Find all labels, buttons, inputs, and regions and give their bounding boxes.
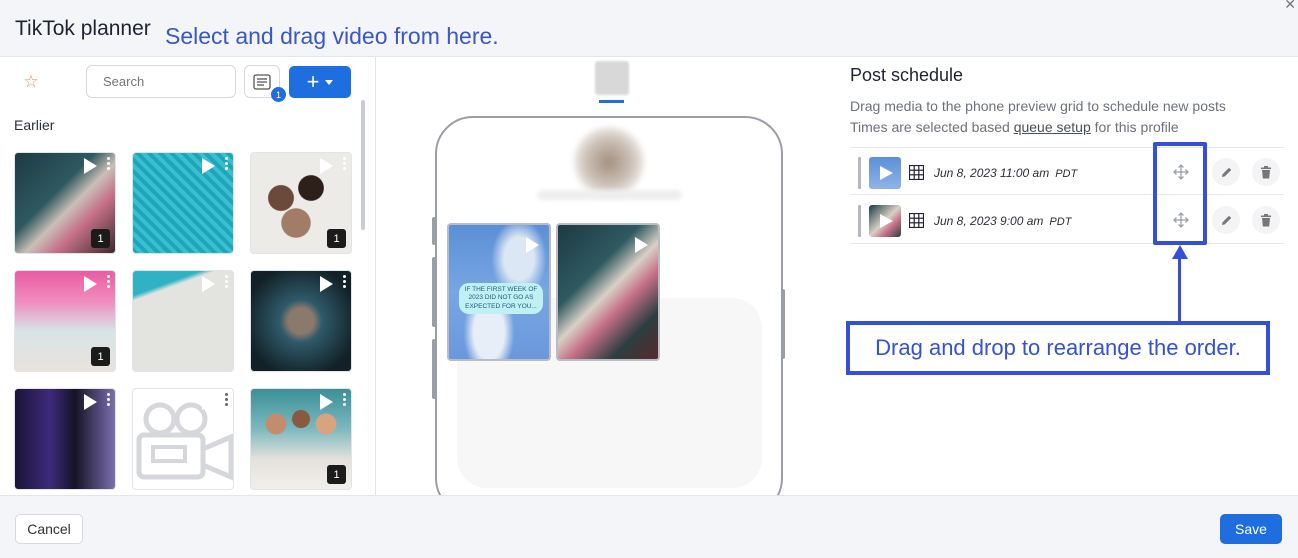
more-options-icon[interactable] <box>225 393 229 408</box>
media-count-badge: 1 <box>91 229 110 248</box>
tile-caption: IF THE FIRST WEEK OF 2023 DID NOT GO AS … <box>459 283 543 315</box>
media-thumbnail[interactable] <box>132 270 234 372</box>
more-options-icon[interactable] <box>225 275 229 290</box>
filter-button[interactable]: 1 <box>244 65 286 102</box>
preview-grid-tile[interactable]: IF THE FIRST WEEK OF 2023 DID NOT GO AS … <box>447 223 551 361</box>
scheduled-post-row[interactable]: Jun 8, 2023 11:00 am PDT <box>850 147 1284 195</box>
pencil-icon <box>1221 167 1231 177</box>
play-icon <box>84 394 97 410</box>
phone-frame: IF THE FIRST WEEK OF 2023 DID NOT GO AS … <box>435 116 783 495</box>
save-button[interactable]: Save <box>1220 514 1282 544</box>
scheduled-date-text: Jun 8, 2023 11:00 am <box>934 166 1050 180</box>
delete-button[interactable] <box>1252 206 1280 234</box>
filter-icon <box>253 73 271 90</box>
more-options-icon[interactable] <box>107 275 111 290</box>
media-thumbnail[interactable]: 1 <box>250 152 352 254</box>
rearrange-callout: Drag and drop to rearrange the order. <box>846 321 1270 375</box>
timezone-label: PDT <box>1055 168 1078 180</box>
scheduled-datetime: Jun 8, 2023 11:00 am PDT <box>934 166 1077 180</box>
post-schedule-panel: Post schedule Drag media to the phone pr… <box>842 57 1298 495</box>
media-thumbnail[interactable] <box>14 388 116 490</box>
play-icon <box>526 237 539 253</box>
queue-setup-link[interactable]: queue setup <box>1014 119 1091 135</box>
phone-preview-panel: IF THE FIRST WEEK OF 2023 DID NOT GO AS … <box>377 57 841 495</box>
scheduled-post-thumbnail <box>869 205 901 237</box>
profile-name-placeholder <box>537 190 682 200</box>
profile-avatar-tab[interactable] <box>595 61 629 95</box>
more-options-icon[interactable] <box>107 393 111 408</box>
dialog-footer: Cancel Save <box>0 495 1298 558</box>
play-icon <box>84 158 97 174</box>
cancel-button[interactable]: Cancel <box>15 514 83 544</box>
row-drag-indicator <box>858 205 861 237</box>
play-icon <box>320 276 333 292</box>
queue-note-prefix: Times are selected based <box>850 119 1014 135</box>
pencil-icon <box>1221 215 1231 225</box>
trash-icon <box>1261 213 1271 226</box>
close-icon[interactable]: ✕ <box>1284 0 1296 13</box>
play-icon <box>84 276 97 292</box>
more-options-icon[interactable] <box>343 393 347 408</box>
search-input[interactable] <box>86 65 236 98</box>
media-thumbnail-placeholder[interactable] <box>132 388 234 490</box>
trash-icon <box>1261 165 1271 178</box>
media-thumbnail[interactable] <box>250 270 352 372</box>
dialog-header: TikTok planner Select and drag video fro… <box>0 0 1298 57</box>
add-media-button[interactable]: + <box>289 66 351 98</box>
tiktok-planner-dialog: TikTok planner Select and drag video fro… <box>0 0 1298 558</box>
scheduled-datetime: Jun 8, 2023 9:00 am PDT <box>934 214 1071 228</box>
more-options-icon[interactable] <box>107 157 111 172</box>
play-icon <box>320 158 333 174</box>
media-thumbnail[interactable]: 1 <box>250 388 352 490</box>
delete-button[interactable] <box>1252 158 1280 186</box>
media-thumbnail[interactable]: 1 <box>14 270 116 372</box>
more-options-icon[interactable] <box>343 275 347 290</box>
media-count-badge: 1 <box>91 347 110 366</box>
schedule-description: Drag media to the phone preview grid to … <box>850 98 1226 114</box>
scheduled-date-text: Jun 8, 2023 9:00 am <box>934 214 1044 228</box>
calendar-grid-icon <box>909 213 924 228</box>
drag-hint-annotation: Select and drag video from here. <box>165 23 499 49</box>
play-icon <box>880 214 893 228</box>
queue-note-suffix: for this profile <box>1090 119 1179 135</box>
media-thumbnail[interactable]: 1 <box>14 152 116 254</box>
chevron-down-icon <box>325 79 334 85</box>
plus-icon: + <box>306 69 320 94</box>
post-schedule-title: Post schedule <box>850 65 964 85</box>
dialog-title: TikTok planner <box>15 17 151 40</box>
play-icon <box>880 166 893 180</box>
more-options-icon[interactable] <box>343 157 347 172</box>
scheduled-post-thumbnail <box>869 157 901 189</box>
more-options-icon[interactable] <box>225 157 229 172</box>
profile-picture <box>574 127 644 197</box>
timezone-label: PDT <box>1049 216 1072 228</box>
video-camera-icon <box>136 402 233 481</box>
preview-grid-tile[interactable] <box>556 223 660 361</box>
edit-button[interactable] <box>1212 206 1240 234</box>
schedule-queue-note: Times are selected based queue setup for… <box>850 119 1179 135</box>
library-scrollbar[interactable] <box>361 100 365 230</box>
annotation-arrow-line <box>1178 257 1181 322</box>
play-icon <box>202 276 215 292</box>
favorites-star-icon[interactable]: ☆ <box>18 69 44 95</box>
media-count-badge: 1 <box>327 465 346 484</box>
play-icon <box>202 158 215 174</box>
media-thumbnail[interactable] <box>132 152 234 254</box>
row-drag-indicator <box>858 157 861 189</box>
section-label-earlier: Earlier <box>14 117 55 133</box>
move-handle-highlight <box>1153 142 1207 245</box>
scheduled-post-row[interactable]: Jun 8, 2023 9:00 am PDT <box>850 196 1284 244</box>
calendar-grid-icon <box>909 165 924 180</box>
media-library-panel: ☆ 1 + Earlier 1 <box>0 57 376 495</box>
play-icon <box>635 237 648 253</box>
edit-button[interactable] <box>1212 158 1240 186</box>
media-count-badge: 1 <box>327 229 346 248</box>
active-tab-indicator <box>599 100 624 103</box>
filter-count-badge: 1 <box>271 87 286 102</box>
play-icon <box>202 394 215 410</box>
play-icon <box>320 394 333 410</box>
